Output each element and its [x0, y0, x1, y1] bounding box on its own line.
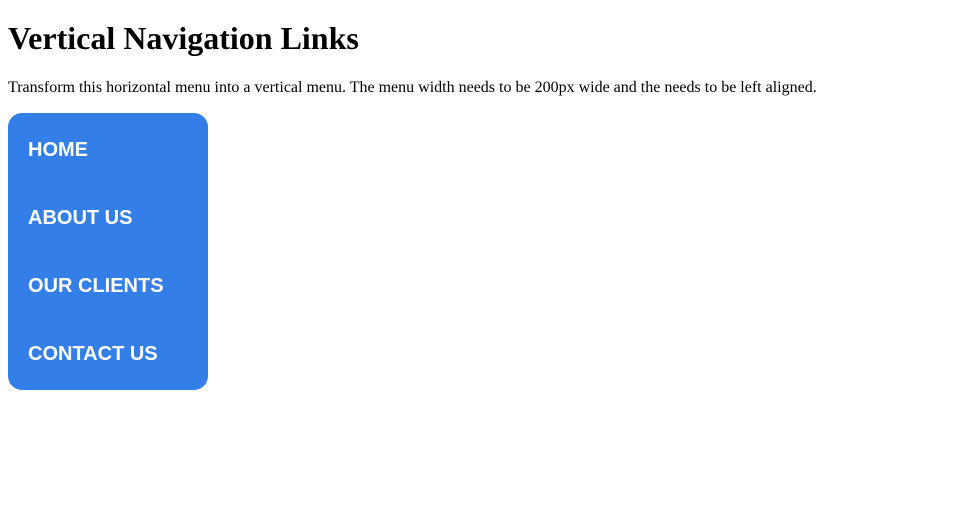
- nav-link-contact-us[interactable]: CONTACT US: [8, 317, 208, 385]
- nav-item-contact-us: CONTACT US: [8, 317, 208, 385]
- nav-link-about-us[interactable]: ABOUT US: [8, 181, 208, 249]
- nav-item-our-clients: OUR CLIENTS: [8, 249, 208, 317]
- nav-item-home: HOME: [8, 113, 208, 181]
- nav-item-about-us: ABOUT US: [8, 181, 208, 249]
- nav-link-our-clients[interactable]: OUR CLIENTS: [8, 249, 208, 317]
- page-title: Vertical Navigation Links: [8, 20, 359, 56]
- instructions-text: Transform this horizontal menu into a ve…: [8, 79, 817, 96]
- nav-link-home[interactable]: HOME: [8, 113, 208, 181]
- vertical-nav-menu: HOME ABOUT US OUR CLIENTS CONTACT US: [8, 113, 208, 390]
